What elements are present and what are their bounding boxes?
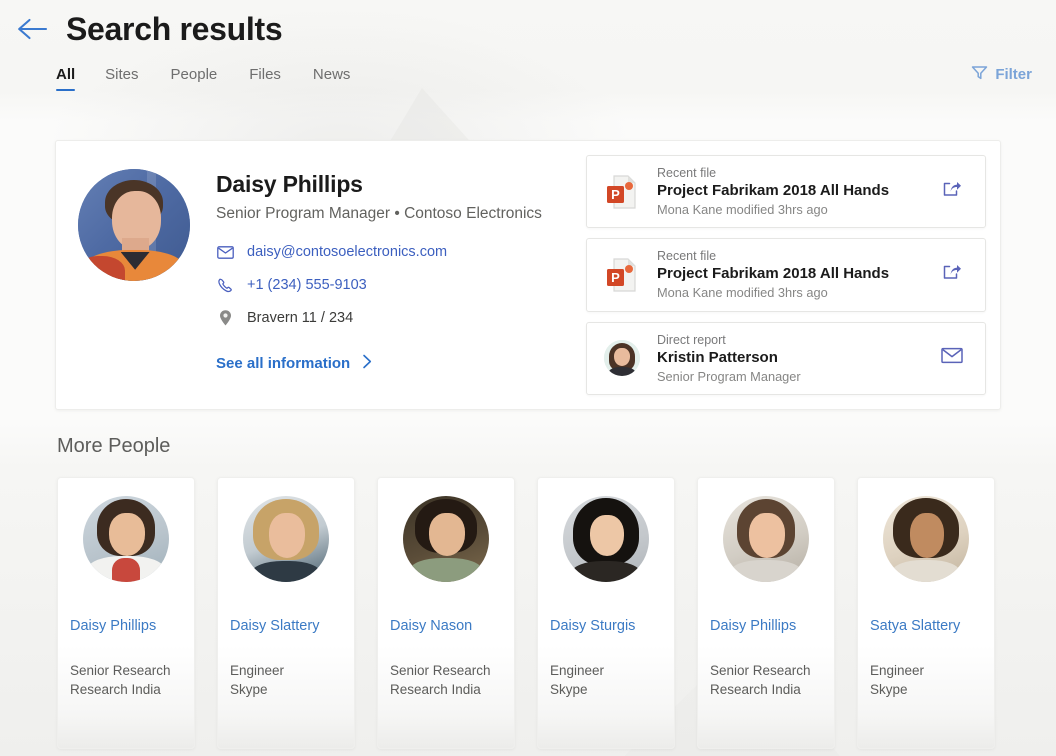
- envelope-icon: [216, 243, 234, 261]
- profile-details: Daisy Phillips Senior Program Manager • …: [56, 141, 586, 409]
- powerpoint-file-icon: P: [601, 254, 643, 296]
- avatar: [243, 496, 329, 582]
- person-role-line1: Senior Research: [390, 663, 491, 678]
- tab-files[interactable]: Files: [233, 62, 297, 93]
- tab-people[interactable]: People: [155, 62, 234, 93]
- email-value[interactable]: daisy@contosoelectronics.com: [247, 244, 447, 260]
- phone-value[interactable]: +1 (234) 555-9103: [247, 277, 367, 293]
- share-icon: [942, 180, 962, 203]
- person-card[interactable]: Daisy Nason Senior Research Research Ind…: [377, 477, 515, 749]
- person-role-line1: Senior Research: [70, 663, 171, 678]
- person-role-line2: Research India: [70, 682, 161, 697]
- location-row: Bravern 11 / 234: [216, 308, 542, 328]
- tab-all[interactable]: All: [56, 62, 89, 93]
- person-role-line2: Skype: [230, 682, 268, 697]
- person-role-line2: Skype: [550, 682, 588, 697]
- tab-news[interactable]: News: [297, 62, 367, 93]
- tab-label: Files: [249, 66, 281, 83]
- tile-body: Recent file Project Fabrikam 2018 All Ha…: [657, 166, 935, 217]
- avatar: [78, 169, 190, 281]
- person-name[interactable]: Daisy Phillips: [710, 618, 822, 634]
- person-role-line2: Research India: [390, 682, 481, 697]
- svg-text:P: P: [611, 187, 620, 202]
- person-role-line1: Engineer: [870, 663, 925, 678]
- phone-icon: [216, 276, 234, 294]
- person-card[interactable]: Satya Slattery Engineer Skype: [857, 477, 995, 749]
- tile-body: Recent file Project Fabrikam 2018 All Ha…: [657, 249, 935, 300]
- tab-label: All: [56, 66, 76, 83]
- search-results-page: Search results All Sites People Files Ne…: [0, 0, 1056, 756]
- tile-kicker: Recent file: [657, 249, 717, 264]
- see-all-label: See all information: [216, 355, 351, 372]
- tile-meta: Mona Kane modified 3hrs ago: [657, 285, 828, 301]
- more-people-heading: More People: [57, 435, 171, 457]
- person-role-line1: Engineer: [230, 663, 285, 678]
- avatar: [723, 496, 809, 582]
- person-role-line2: Skype: [870, 682, 908, 697]
- location-value: Bravern 11 / 234: [247, 310, 354, 326]
- tab-list: All Sites People Files News: [56, 62, 366, 93]
- tab-bar: All Sites People Files News Filter: [0, 62, 1056, 108]
- direct-report-tile[interactable]: Direct report Kristin Patterson Senior P…: [586, 321, 986, 395]
- person-card[interactable]: Daisy Slattery Engineer Skype: [217, 477, 355, 749]
- person-name[interactable]: Daisy Sturgis: [550, 618, 662, 634]
- person-card[interactable]: Daisy Phillips Senior Research Research …: [697, 477, 835, 749]
- tile-title: Project Fabrikam 2018 All Hands: [657, 265, 890, 283]
- page-header: Search results: [0, 0, 1056, 58]
- person-card[interactable]: Daisy Phillips Senior Research Research …: [57, 477, 195, 749]
- filter-label: Filter: [995, 66, 1032, 83]
- funnel-icon: [971, 65, 988, 84]
- email-row[interactable]: daisy@contosoelectronics.com: [216, 242, 542, 262]
- back-button[interactable]: [12, 9, 52, 49]
- tile-meta: Mona Kane modified 3hrs ago: [657, 202, 828, 218]
- send-mail-button[interactable]: [935, 343, 969, 373]
- person-name[interactable]: Daisy Phillips: [70, 618, 182, 634]
- avatar: [601, 337, 643, 379]
- profile-name: Daisy Phillips: [216, 171, 363, 197]
- phone-row[interactable]: +1 (234) 555-9103: [216, 275, 542, 295]
- map-pin-icon: [216, 309, 234, 327]
- tile-kicker: Direct report: [657, 332, 726, 347]
- recent-file-tile[interactable]: P Recent file Project Fabrikam 2018 All …: [586, 155, 986, 229]
- tab-label: People: [170, 66, 218, 83]
- profile-subtitle: Senior Program Manager • Contoso Electro…: [216, 205, 542, 222]
- profile-info: Daisy Phillips Senior Program Manager • …: [216, 169, 542, 409]
- avatar: [563, 496, 649, 582]
- tile-meta: Senior Program Manager: [657, 368, 801, 384]
- person-role-line2: Research India: [710, 682, 801, 697]
- person-role-line1: Senior Research: [710, 663, 811, 678]
- person-role-line1: Engineer: [550, 663, 605, 678]
- arrow-left-icon: [16, 16, 48, 42]
- recent-file-tile[interactable]: P Recent file Project Fabrikam 2018 All …: [586, 238, 986, 312]
- tile-title: Project Fabrikam 2018 All Hands: [657, 182, 890, 200]
- avatar: [883, 496, 969, 582]
- related-items-list: P Recent file Project Fabrikam 2018 All …: [586, 141, 1000, 409]
- filter-button[interactable]: Filter: [971, 62, 1032, 84]
- tile-kicker: Recent file: [657, 166, 717, 181]
- tab-label: Sites: [105, 66, 139, 83]
- person-name[interactable]: Daisy Slattery: [230, 618, 342, 634]
- share-button[interactable]: [935, 260, 969, 290]
- share-button[interactable]: [935, 177, 969, 207]
- avatar: [83, 496, 169, 582]
- tile-body: Direct report Kristin Patterson Senior P…: [657, 333, 935, 384]
- see-all-information-link[interactable]: See all information: [216, 354, 373, 373]
- tab-label: News: [312, 66, 351, 83]
- mail-icon: [941, 347, 963, 369]
- chevron-right-icon: [362, 354, 373, 373]
- person-name[interactable]: Daisy Nason: [390, 618, 502, 634]
- svg-text:P: P: [611, 270, 620, 285]
- person-card[interactable]: Daisy Sturgis Engineer Skype: [537, 477, 675, 749]
- page-title: Search results: [66, 10, 283, 47]
- more-people-grid: Daisy Phillips Senior Research Research …: [57, 477, 1001, 749]
- avatar: [403, 496, 489, 582]
- tab-sites[interactable]: Sites: [89, 62, 154, 93]
- profile-card: Daisy Phillips Senior Program Manager • …: [55, 140, 1001, 410]
- person-name[interactable]: Satya Slattery: [870, 618, 982, 634]
- share-icon: [942, 263, 962, 286]
- powerpoint-file-icon: P: [601, 171, 643, 213]
- tile-title: Kristin Patterson: [657, 348, 778, 366]
